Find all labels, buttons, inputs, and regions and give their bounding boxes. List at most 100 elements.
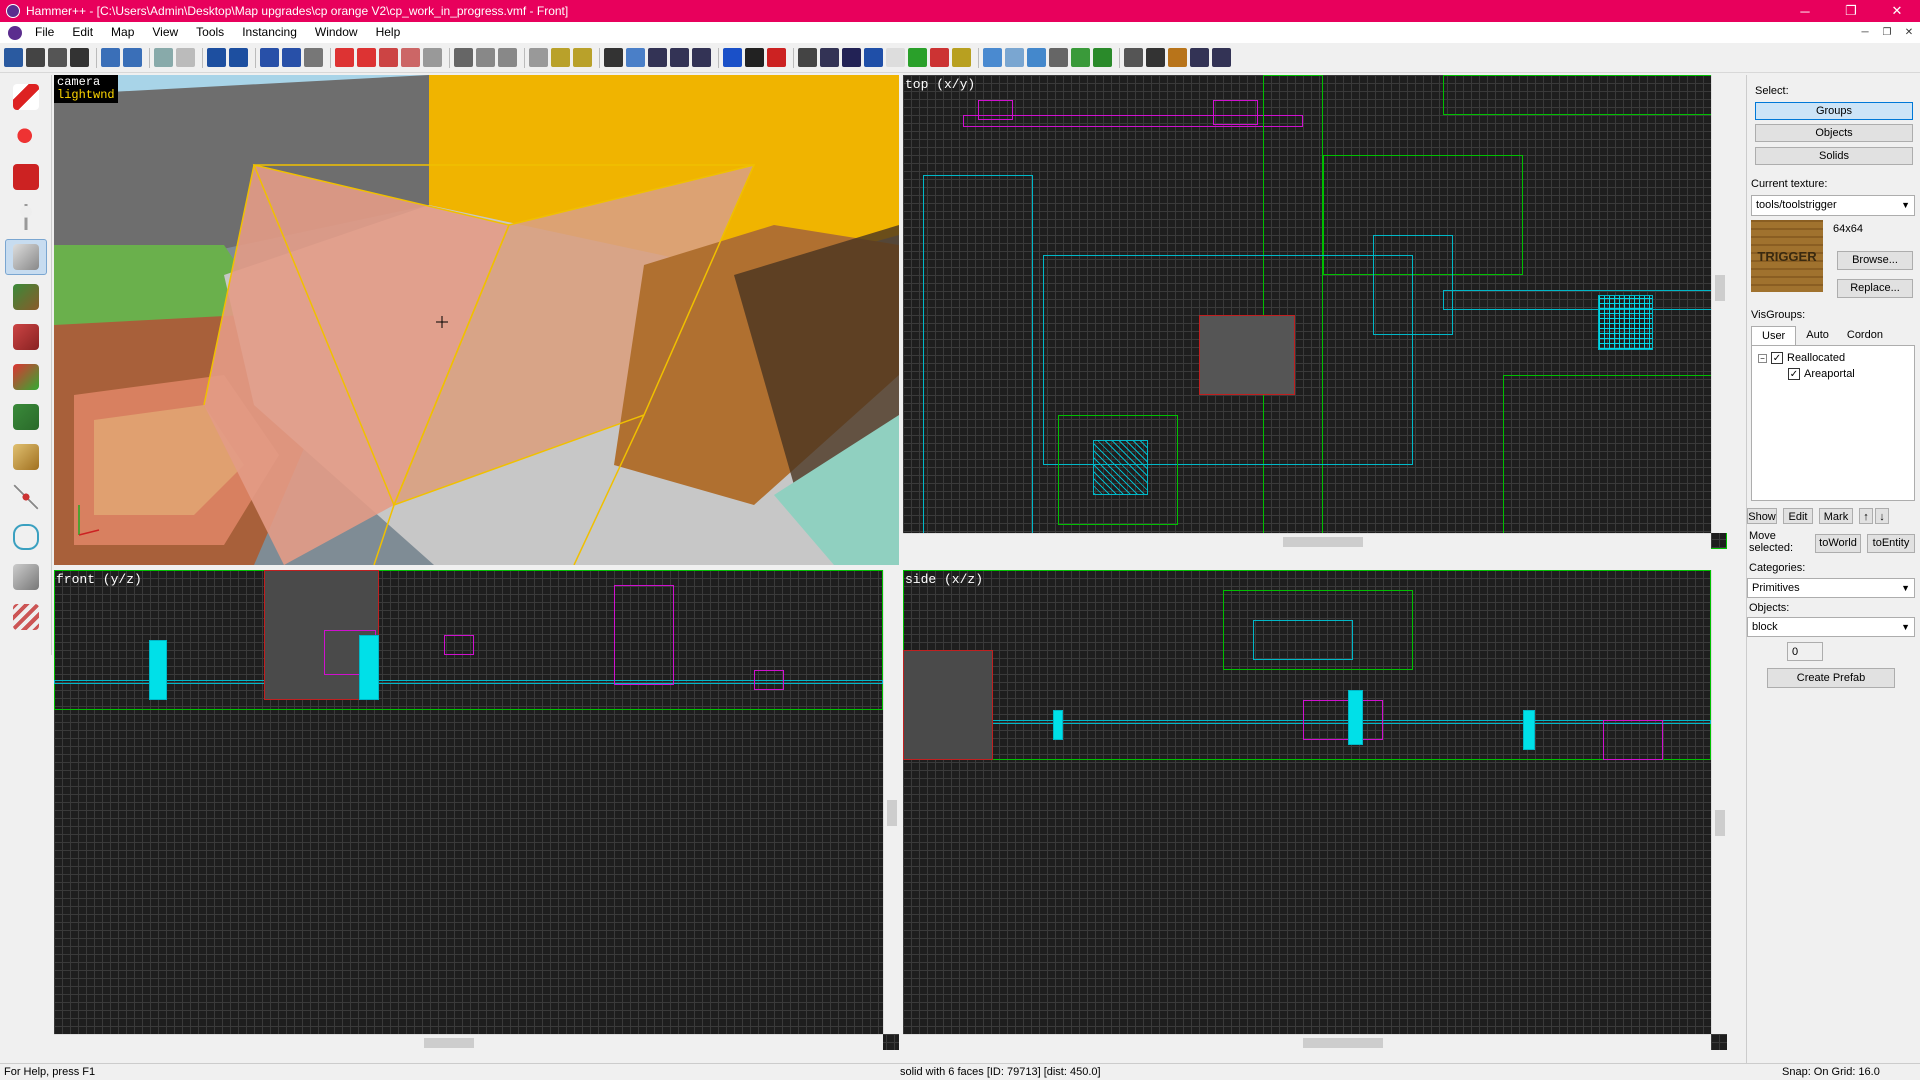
browse-button[interactable]: Browse...: [1837, 251, 1913, 270]
wireframe-icon[interactable]: [1027, 48, 1046, 67]
select-none-icon[interactable]: [1005, 48, 1024, 67]
model-browser-icon[interactable]: [842, 48, 861, 67]
draw-icon[interactable]: [930, 48, 949, 67]
top-vertical-scrollbar[interactable]: [1711, 75, 1727, 533]
tab-cordon[interactable]: Cordon: [1839, 326, 1891, 345]
mark-button[interactable]: Mark: [1819, 508, 1853, 524]
prefab-icon[interactable]: [952, 48, 971, 67]
menu-file[interactable]: File: [26, 22, 63, 43]
create-prefab-button[interactable]: Create Prefab: [1767, 668, 1895, 688]
carve-icon[interactable]: [207, 48, 226, 67]
move-up-button[interactable]: ↑: [1859, 508, 1873, 524]
menu-map[interactable]: Map: [102, 22, 143, 43]
lighting-preview-icon[interactable]: [1071, 48, 1090, 67]
vertex-tool-button[interactable]: [5, 479, 47, 515]
grid-smaller-icon[interactable]: [48, 48, 67, 67]
group-icon[interactable]: [260, 48, 279, 67]
path-tool-button[interactable]: [5, 519, 47, 555]
lights-icon[interactable]: [1168, 48, 1187, 67]
menu-edit[interactable]: Edit: [63, 22, 102, 43]
select-groups-button[interactable]: Groups: [1755, 102, 1913, 120]
cordon-icon[interactable]: [423, 48, 442, 67]
texture-tool-button[interactable]: [5, 279, 47, 315]
entity-tool-button[interactable]: [5, 199, 47, 235]
cube-map-icon[interactable]: [864, 48, 883, 67]
overlays-icon[interactable]: [1190, 48, 1209, 67]
collapse-icon[interactable]: −: [1758, 353, 1767, 363]
camera-viewport[interactable]: camera lightwnd: [54, 75, 899, 565]
close-button[interactable]: ✕: [1874, 0, 1920, 22]
check-problems-icon[interactable]: [745, 48, 764, 67]
run-map-icon[interactable]: [1093, 48, 1112, 67]
top-horizontal-scrollbar[interactable]: [903, 533, 1711, 549]
undo-icon[interactable]: [154, 48, 173, 67]
select-box-icon[interactable]: [604, 48, 623, 67]
sphere-icon[interactable]: [820, 48, 839, 67]
minimize-button[interactable]: ─: [1782, 0, 1828, 22]
edit-button[interactable]: Edit: [1783, 508, 1813, 524]
select-touching-icon[interactable]: [626, 48, 645, 67]
top-viewport[interactable]: top (x/y): [903, 75, 1727, 549]
texture-apply-icon[interactable]: [573, 48, 592, 67]
select-solids-button[interactable]: Solids: [1755, 147, 1913, 165]
clipping-tool-button[interactable]: [5, 439, 47, 475]
tab-user[interactable]: User: [1751, 326, 1797, 345]
checkbox-icon[interactable]: ✓: [1771, 352, 1783, 364]
front-vertical-scrollbar[interactable]: [883, 570, 899, 1034]
app-menu-icon[interactable]: [8, 25, 22, 40]
compile-icon[interactable]: [767, 48, 786, 67]
maximize-button[interactable]: ❐: [1828, 0, 1874, 22]
show-button[interactable]: Show: [1747, 508, 1777, 524]
front-viewport[interactable]: front (y/z): [54, 570, 899, 1050]
redo-icon[interactable]: [176, 48, 195, 67]
menu-instancing[interactable]: Instancing: [233, 22, 306, 43]
current-texture-select[interactable]: tools/toolstrigger ▼: [1751, 195, 1915, 216]
ignore-group-icon[interactable]: [304, 48, 323, 67]
overlay-tool-button[interactable]: [5, 399, 47, 435]
visgroup-item[interactable]: ✓ Areaportal: [1788, 368, 1855, 380]
objects-select[interactable]: block ▼: [1747, 617, 1915, 637]
side-viewport[interactable]: side (x/z): [903, 570, 1727, 1050]
menu-help[interactable]: Help: [367, 22, 410, 43]
to-world-button[interactable]: toWorld: [1815, 534, 1861, 553]
categories-select[interactable]: Primitives ▼: [1747, 578, 1915, 598]
face-index-stepper[interactable]: 0: [1787, 642, 1823, 661]
select-all-icon[interactable]: [983, 48, 1002, 67]
block-tool-button[interactable]: [5, 239, 47, 275]
camera-tool-button[interactable]: [5, 159, 47, 195]
paste-view-icon[interactable]: [123, 48, 142, 67]
textured-icon[interactable]: [1049, 48, 1068, 67]
displacement-tool-button[interactable]: [5, 599, 47, 635]
grid-toggle-icon[interactable]: [4, 48, 23, 67]
select-objects-button[interactable]: Objects: [1755, 124, 1913, 142]
move-down-button[interactable]: ↓: [1875, 508, 1889, 524]
apply-texture-button[interactable]: [5, 319, 47, 355]
globe-icon[interactable]: [908, 48, 927, 67]
cordon-tool-button[interactable]: [5, 559, 47, 595]
grid-larger-icon[interactable]: [70, 48, 89, 67]
mdi-minimize-button[interactable]: ─: [1854, 22, 1876, 43]
decal-tool-button[interactable]: [5, 359, 47, 395]
menu-tools[interactable]: Tools: [187, 22, 233, 43]
front-horizontal-scrollbar[interactable]: [54, 1034, 883, 1050]
hollow-icon[interactable]: [229, 48, 248, 67]
hide-selected-icon[interactable]: [335, 48, 354, 67]
ungroup-icon[interactable]: [282, 48, 301, 67]
instance-icon[interactable]: [798, 48, 817, 67]
copy-view-icon[interactable]: [101, 48, 120, 67]
visgroup-icon[interactable]: [401, 48, 420, 67]
copy-icon[interactable]: [476, 48, 495, 67]
tab-auto[interactable]: Auto: [1796, 326, 1839, 345]
texture-lock-icon[interactable]: [529, 48, 548, 67]
flip-horizontal-icon[interactable]: [670, 48, 689, 67]
menu-window[interactable]: Window: [306, 22, 367, 43]
side-horizontal-scrollbar[interactable]: [903, 1034, 1711, 1050]
to-entity-button[interactable]: toEntity: [1867, 534, 1915, 553]
menu-view[interactable]: View: [143, 22, 187, 43]
mdi-close-button[interactable]: ✕: [1898, 22, 1920, 43]
entity-report-icon[interactable]: [723, 48, 742, 67]
magnify-tool-button[interactable]: [5, 119, 47, 155]
side-vertical-scrollbar[interactable]: [1711, 570, 1727, 1034]
toggle-texlock-icon[interactable]: [648, 48, 667, 67]
cut-icon[interactable]: [454, 48, 473, 67]
